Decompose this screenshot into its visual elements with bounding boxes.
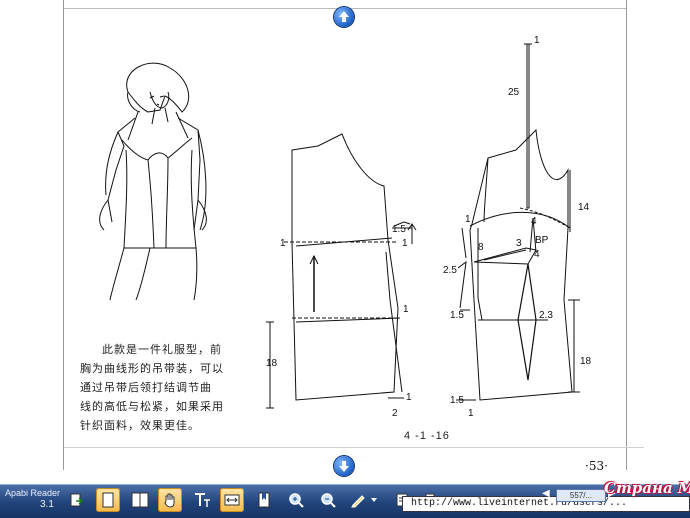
front-label-18: 18	[580, 356, 592, 367]
figure-number: 4 -1 -16	[404, 430, 450, 442]
back-pattern	[266, 133, 417, 409]
caption-line: 通过吊带后领打结调节曲	[80, 381, 212, 394]
zoom-in-icon[interactable]	[284, 488, 308, 512]
bookmark-icon[interactable]	[252, 488, 276, 512]
back-label-1-5: 1.5	[392, 224, 406, 235]
document-viewer: 1 1.5 1 1 18 1 2 1 25 1 4 14 8 3 BP 4 2.…	[0, 0, 690, 484]
front-label-1-left: 1	[465, 214, 471, 225]
back-label-18: 18	[266, 358, 278, 369]
caption-line: 此款是一件礼服型，前	[102, 343, 222, 356]
front-label-4-top: 4	[531, 216, 537, 227]
pen-icon[interactable]	[346, 488, 370, 512]
page-number-field[interactable]: 557/...	[556, 489, 606, 502]
app-version: 3.1	[40, 499, 54, 510]
fashion-sketch	[99, 62, 207, 301]
back-label-1-right: 1	[402, 238, 408, 249]
app-name: Apabi Reader	[5, 488, 61, 498]
front-label-bp: BP	[535, 235, 549, 246]
front-label-hem-1: 1	[468, 408, 474, 419]
front-label-top-1: 1	[534, 35, 540, 46]
page-prev-icon[interactable]: ◀	[542, 488, 550, 499]
back-label-hem-2: 2	[392, 408, 398, 419]
site-watermark: Страна Мам	[604, 479, 690, 497]
front-label-hem-1-5: 1.5	[450, 395, 464, 406]
dropdown-icon[interactable]	[368, 488, 380, 512]
back-label-hem-1: 1	[406, 392, 412, 403]
export-icon[interactable]	[64, 488, 88, 512]
two-page-icon[interactable]	[128, 488, 152, 512]
back-label-side-1: 1	[403, 304, 409, 315]
single-page-icon[interactable]	[96, 488, 120, 512]
description-caption: 此款是一件礼服型，前 胸为曲线形的吊带装，可以 通过吊带后领打结调节曲 线的高低…	[80, 340, 230, 435]
front-label-14: 14	[578, 202, 590, 213]
fit-width-icon[interactable]	[220, 488, 244, 512]
front-label-4-bp: 4	[534, 249, 540, 260]
front-label-8: 8	[478, 242, 484, 253]
front-label-1-5-mid: 1.5	[450, 310, 464, 321]
back-label-1-left: 1	[280, 238, 286, 249]
front-label-2-3: 2.3	[539, 310, 553, 321]
caption-line: 线的高低与松紧，如果采用	[80, 400, 224, 413]
text-select-icon[interactable]	[190, 488, 214, 512]
front-label-3: 3	[516, 238, 522, 249]
page-number: ·53·	[585, 459, 608, 473]
caption-line: 胸为曲线形的吊带装，可以	[80, 362, 224, 375]
reader-toolbar: Apabi Reader 3.1 http://www.liveinternet…	[0, 479, 690, 518]
hand-tool-icon[interactable]	[158, 488, 182, 512]
front-label-25: 25	[508, 87, 520, 98]
pattern-labels: 1 1.5 1 1 18 1 2 1 25 1 4 14 8 3 BP 4 2.…	[266, 35, 592, 419]
zoom-out-icon[interactable]	[316, 488, 340, 512]
caption-line: 针织面料，效果更佳。	[80, 419, 200, 432]
front-label-2-5: 2.5	[443, 265, 457, 276]
